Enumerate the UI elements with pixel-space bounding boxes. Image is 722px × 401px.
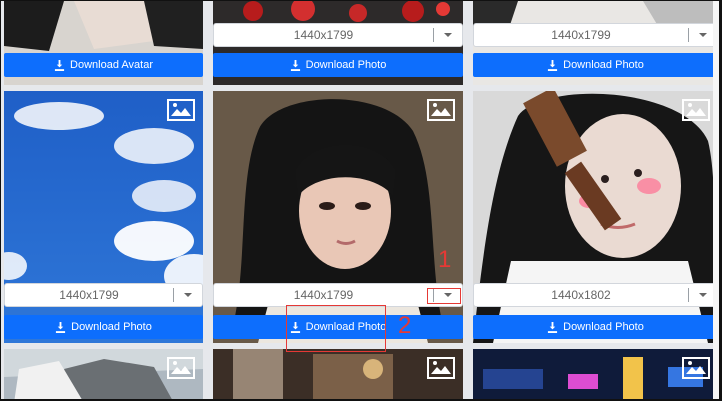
image-icon xyxy=(167,99,195,121)
chevron-down-icon[interactable] xyxy=(174,284,202,306)
size-select[interactable]: 1440x1799 xyxy=(473,23,718,47)
size-select[interactable]: 1440x1802 xyxy=(473,283,718,307)
download-photo-button[interactable]: Download Photo xyxy=(473,315,718,339)
size-select[interactable]: 1440x1799 xyxy=(213,283,463,307)
size-value: 1440x1802 xyxy=(551,288,611,302)
download-icon xyxy=(548,59,558,71)
size-value: 1440x1799 xyxy=(293,28,354,42)
annotation-box-1 xyxy=(427,288,461,304)
photo-card-bottom-right xyxy=(473,349,718,399)
image-icon xyxy=(167,357,195,379)
scrollbar-track[interactable] xyxy=(713,1,719,399)
annotation-number-2: 2 xyxy=(398,312,412,339)
image-icon xyxy=(427,99,455,121)
download-icon xyxy=(56,321,66,333)
download-photo-button[interactable]: Download Photo xyxy=(4,315,203,339)
size-select[interactable]: 1440x1799 xyxy=(4,283,203,307)
download-photo-label: Download Photo xyxy=(305,59,387,71)
download-avatar-button[interactable]: Download Avatar xyxy=(4,53,203,77)
download-icon xyxy=(548,321,558,333)
size-value: 1440x1799 xyxy=(59,288,119,302)
photo-card-top-right: 1440x1799 Download Photo xyxy=(473,1,718,85)
photo-card-sky: 1440x1799 Download Photo xyxy=(4,91,203,343)
size-value: 1440x1799 xyxy=(293,288,354,302)
photo-card-stickers: 1440x1802 Download Photo xyxy=(473,91,718,343)
annotation-number-1: 1 xyxy=(438,246,452,273)
download-photo-label: Download Photo xyxy=(563,321,644,333)
download-avatar-label: Download Avatar xyxy=(70,59,153,71)
size-select[interactable]: 1440x1799 xyxy=(213,23,463,47)
photo-card-bottom-left xyxy=(4,349,203,399)
image-icon xyxy=(427,357,455,379)
download-icon xyxy=(290,59,300,71)
annotation-box-2 xyxy=(286,305,386,352)
photo-card-bottom-center xyxy=(213,349,463,399)
download-icon xyxy=(54,59,65,71)
size-value: 1440x1799 xyxy=(551,28,611,42)
image-icon xyxy=(682,357,710,379)
image-icon xyxy=(682,99,710,121)
chevron-down-icon[interactable] xyxy=(434,24,462,46)
photo-card-top-left: Download Avatar xyxy=(4,1,203,85)
download-photo-button[interactable]: Download Photo xyxy=(213,53,463,77)
photo-card-top-center: 1440x1799 Download Photo xyxy=(213,1,463,85)
gallery-page: Download Avatar 1440x1799 Download Photo xyxy=(1,1,719,399)
download-photo-button[interactable]: Download Photo xyxy=(473,53,718,77)
photo-thumbnail[interactable] xyxy=(213,349,463,399)
download-photo-label: Download Photo xyxy=(563,59,644,71)
download-photo-label: Download Photo xyxy=(71,321,152,333)
